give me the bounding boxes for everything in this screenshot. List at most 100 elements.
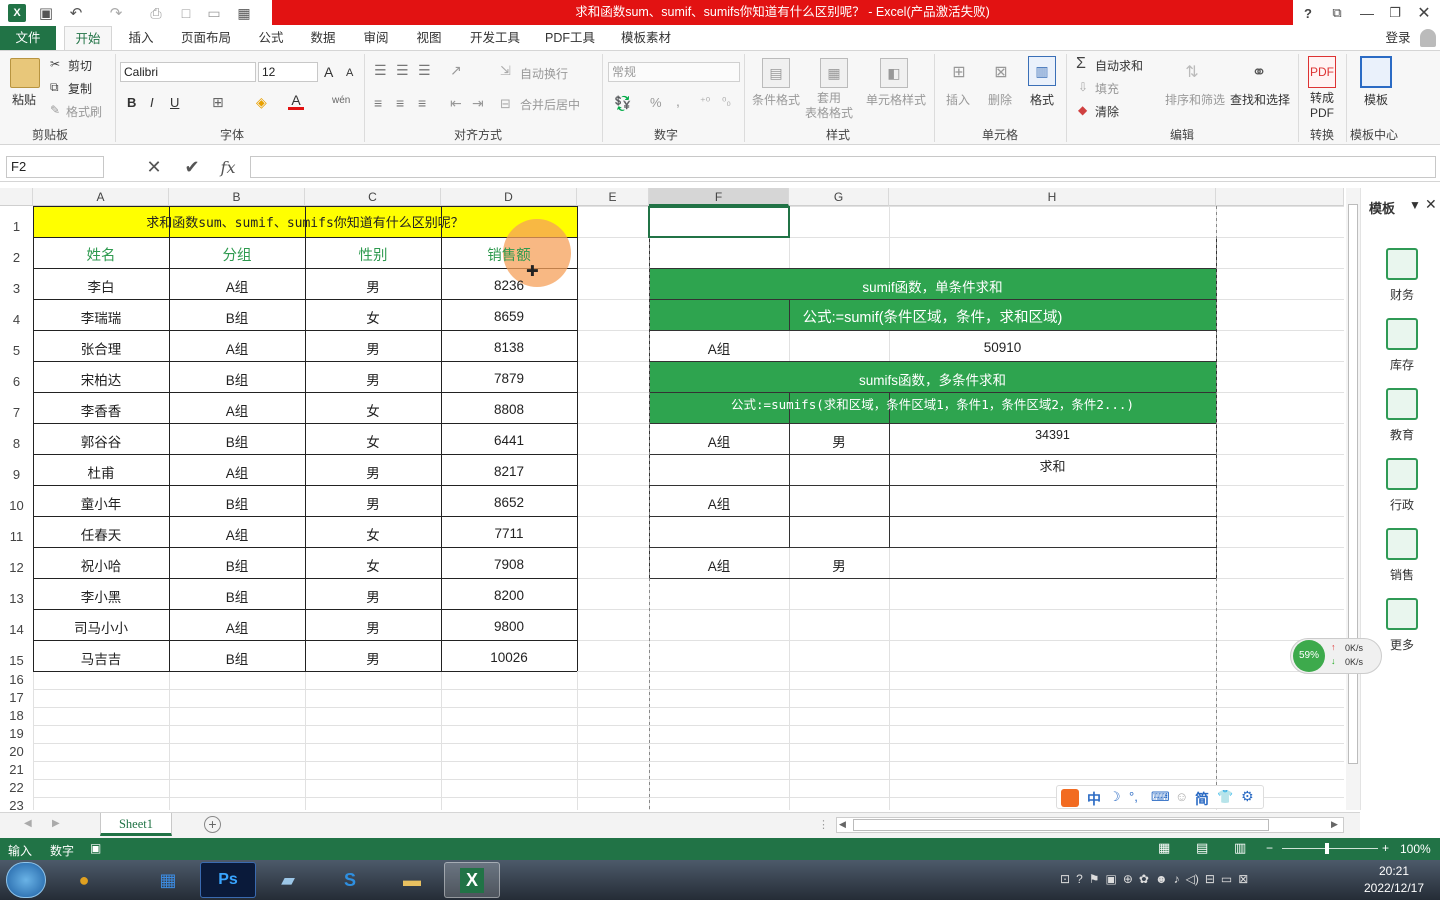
taskbar-photos-icon[interactable]: ● <box>56 862 112 898</box>
login-link[interactable]: 登录 <box>1380 26 1416 50</box>
data-cell[interactable]: 男 <box>305 272 441 299</box>
data-cell[interactable]: 8200 <box>441 582 577 609</box>
data-cell[interactable]: 男 <box>305 458 441 485</box>
scroll-right-icon[interactable]: ▶ <box>1331 819 1338 830</box>
ime-settings-icon[interactable]: ⚙ <box>1241 788 1254 805</box>
sumifs-condition1-cell[interactable]: A组 <box>649 427 789 454</box>
data-cell[interactable]: 8652 <box>441 489 577 516</box>
grow-font-button[interactable]: A <box>324 64 333 80</box>
ime-chinese-mode[interactable]: 中 <box>1087 789 1101 809</box>
panel-item-finance[interactable]: 财务 <box>1372 248 1432 303</box>
taskbar-files-icon[interactable]: ▦ <box>140 862 196 898</box>
row-header[interactable]: 5 <box>0 330 33 361</box>
column-header[interactable]: G <box>789 188 889 206</box>
page-layout-view-icon[interactable]: ▤ <box>1196 840 1208 856</box>
data-cell[interactable]: 宋柏达 <box>33 365 169 392</box>
sort-filter-button[interactable]: 排序和筛选 <box>1165 91 1225 108</box>
zoom-out-icon[interactable]: − <box>1266 841 1273 855</box>
sumifs-condition2-cell[interactable]: 男 <box>789 427 889 454</box>
data-cell[interactable]: 男 <box>305 644 441 671</box>
tab-data[interactable]: 数据 <box>302 26 344 50</box>
orientation-icon[interactable]: ↗ <box>450 62 462 79</box>
tray-volume-icon[interactable]: ◁) <box>1186 872 1199 888</box>
new-file-icon[interactable]: □ <box>176 3 196 23</box>
data-cell[interactable]: 8138 <box>441 334 577 361</box>
ribbon-display-icon[interactable]: ⧉ <box>1326 3 1348 23</box>
row-header[interactable]: 2 <box>0 237 33 268</box>
tray-network-icon[interactable]: ⊟ <box>1205 872 1215 888</box>
data-cell[interactable]: 8659 <box>441 303 577 330</box>
phonetic-button[interactable]: wén <box>332 95 350 106</box>
close-button[interactable]: ✕ <box>1412 3 1436 23</box>
data-cell[interactable]: 男 <box>305 613 441 640</box>
tab-page-layout[interactable]: 页面布局 <box>172 26 240 50</box>
panel-close-icon[interactable]: ✕ <box>1425 196 1437 213</box>
data-cell[interactable]: 9800 <box>441 613 577 640</box>
tab-file[interactable]: 文件 <box>0 26 56 50</box>
copy-button[interactable]: 复制 <box>68 80 92 97</box>
row-header[interactable]: 16 <box>0 671 33 689</box>
column-header[interactable]: D <box>441 188 577 206</box>
restore-button[interactable]: ❐ <box>1384 3 1406 23</box>
taskbar-photoshop-icon[interactable]: Ps <box>200 862 256 898</box>
merge-center-button[interactable]: 合并后居中 <box>520 96 580 113</box>
data-cell[interactable]: 任春天 <box>33 520 169 547</box>
cut-button[interactable]: 剪切 <box>68 57 92 74</box>
font-color-icon[interactable]: A <box>288 93 304 110</box>
horizontal-scrollbar[interactable]: ◀ ▶ <box>836 817 1344 833</box>
tray-ime-icon[interactable]: ⊡ <box>1060 872 1070 888</box>
currency-icon[interactable]: 💱 <box>614 95 631 112</box>
system-tray[interactable]: ⊡? ⚑ ▣ ⊕ ✿ ☻ ♪ ◁) ⊟ ▭ ⊠ <box>1060 872 1360 888</box>
tray-monitor-icon[interactable]: ▣ <box>1106 872 1117 888</box>
sheet-title-cell[interactable]: 求和函数sum、sumif、sumifs你知道有什么区别呢？ <box>33 206 577 237</box>
data-cell[interactable]: 杜甫 <box>33 458 169 485</box>
header-cell[interactable]: 分组 <box>169 241 305 268</box>
help-button[interactable]: ? <box>1298 3 1318 23</box>
scroll-left-icon[interactable]: ◀ <box>839 819 846 830</box>
name-box[interactable]: F2 <box>6 156 104 178</box>
sum-label-cell[interactable]: 求和 <box>889 452 1216 479</box>
data-cell[interactable]: 司马小小 <box>33 613 169 640</box>
data-cell[interactable]: 男 <box>305 334 441 361</box>
print-preview-icon[interactable]: ⎙ <box>146 3 166 23</box>
enter-icon[interactable]: ✔ <box>180 156 204 178</box>
data-cell[interactable]: 李小黑 <box>33 582 169 609</box>
row10-condition-cell[interactable]: A组 <box>649 489 789 516</box>
sumif-result-cell[interactable]: 50910 <box>789 334 1216 361</box>
data-cell[interactable]: 7908 <box>441 551 577 578</box>
column-header[interactable]: E <box>577 188 649 206</box>
taskbar-excel-icon[interactable]: X <box>444 862 500 898</box>
paste-button[interactable]: 粘贴 <box>12 91 36 108</box>
data-cell[interactable]: 女 <box>305 303 441 330</box>
save-icon[interactable]: ▣ <box>36 3 56 23</box>
horizontal-scroll-thumb[interactable] <box>853 819 1269 831</box>
data-cell[interactable]: 女 <box>305 396 441 423</box>
worksheet-grid[interactable]: ABCDEFGH 1 2 3 4 5 6 7 8 9 10 11 12 13 14 15 16 17 18 19 20… <box>0 188 1344 810</box>
macro-record-icon[interactable]: ▣ <box>90 841 101 855</box>
data-cell[interactable]: 张合理 <box>33 334 169 361</box>
vertical-scroll-thumb[interactable] <box>1348 204 1358 764</box>
wrap-text-button[interactable]: 自动换行 <box>520 65 568 82</box>
sumif-title-cell[interactable]: sumif函数，单条件求和 <box>649 272 1216 299</box>
tray-display-icon[interactable]: ▭ <box>1221 872 1232 888</box>
row-header[interactable]: 22 <box>0 779 33 797</box>
add-sheet-icon[interactable]: + <box>204 816 221 833</box>
fill-button[interactable]: 填充 <box>1095 80 1119 97</box>
italic-button[interactable]: I <box>150 95 154 110</box>
data-cell[interactable]: 女 <box>305 551 441 578</box>
percent-button[interactable]: % <box>650 95 662 110</box>
ime-toolbar[interactable]: 中 ☽ °, ⌨ ☺ 简 👕 ⚙ <box>1056 785 1264 809</box>
panel-item-education[interactable]: 教育 <box>1372 388 1432 443</box>
ime-simplified-mode[interactable]: 简 <box>1195 789 1209 809</box>
number-format-select[interactable]: 常规 <box>608 62 740 82</box>
select-all-corner[interactable] <box>0 188 33 206</box>
ime-user-icon[interactable]: ☺ <box>1175 789 1188 804</box>
row-header[interactable]: 4 <box>0 299 33 330</box>
column-header[interactable]: A <box>33 188 169 206</box>
row-header[interactable]: 21 <box>0 761 33 779</box>
conditional-format-button[interactable]: 条件格式 <box>752 91 800 108</box>
row-header[interactable]: 6 <box>0 361 33 392</box>
data-cell[interactable]: 男 <box>305 365 441 392</box>
open-folder-icon[interactable]: ▭ <box>204 3 224 23</box>
tab-pdf-tools[interactable]: PDF工具 <box>538 26 602 50</box>
